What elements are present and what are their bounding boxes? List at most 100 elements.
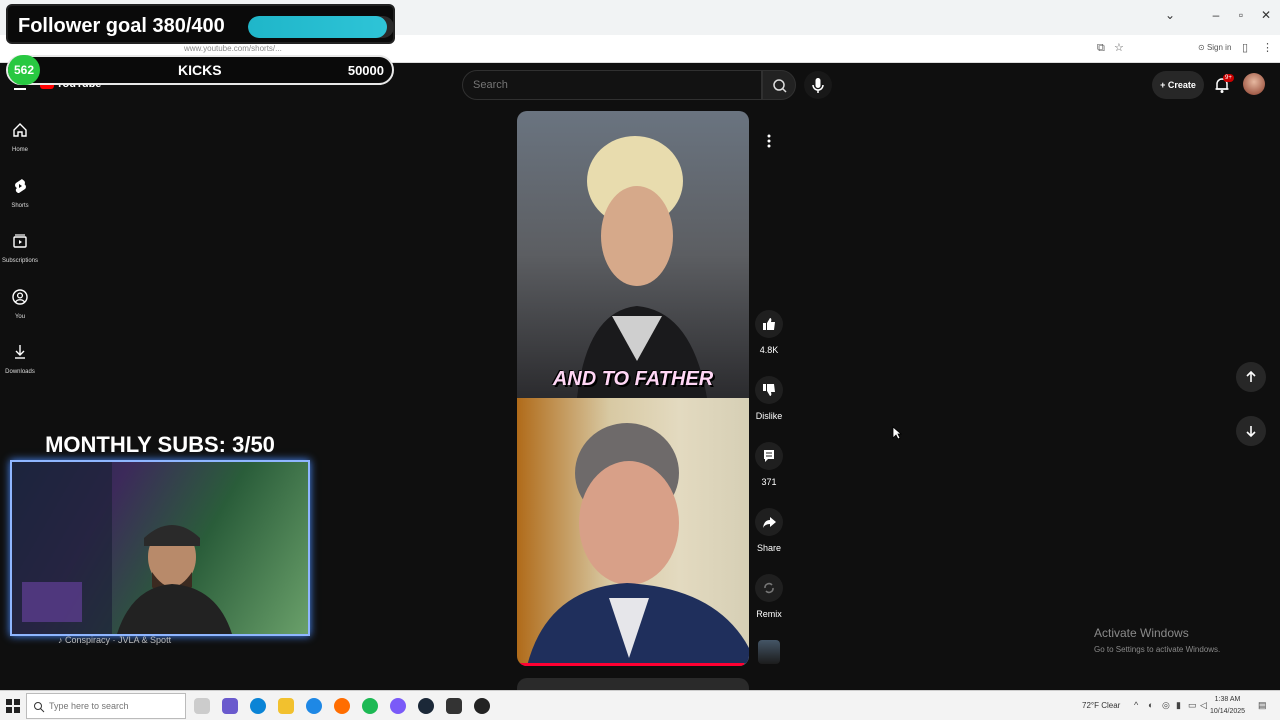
- voice-search-button[interactable]: [804, 71, 832, 99]
- remix-button[interactable]: Remix: [750, 574, 788, 619]
- arrow-up-icon: [1246, 370, 1256, 382]
- signin-button[interactable]: ⊙ Sign in: [1198, 43, 1231, 52]
- more-vertical-icon: [767, 134, 771, 148]
- search-icon: [773, 79, 787, 93]
- taskbar-search[interactable]: [26, 693, 186, 719]
- follower-goal-bar: [248, 16, 394, 38]
- activate-windows-subtitle: Go to Settings to activate Windows.: [1094, 645, 1221, 654]
- tab-list-icon[interactable]: ⌄: [1160, 8, 1180, 22]
- signin-label: Sign in: [1206, 43, 1232, 52]
- install-app-icon[interactable]: ⧉: [1097, 42, 1105, 55]
- tray-volume-icon[interactable]: ◁: [1200, 700, 1207, 711]
- minimize-button[interactable]: –: [1206, 8, 1226, 22]
- firefox-icon[interactable]: [334, 698, 350, 714]
- activate-windows-title: Activate Windows: [1094, 626, 1189, 640]
- sidebar-item-you[interactable]: You: [0, 288, 40, 320]
- sidebar-item-label: Shorts: [11, 203, 29, 209]
- sidebar-item-shorts[interactable]: Shorts: [0, 177, 40, 209]
- sidebar-item-subscriptions[interactable]: Subscriptions: [0, 232, 40, 264]
- now-playing: ♪ Conspiracy · JVLA & Spott: [58, 635, 172, 645]
- url-text[interactable]: www.youtube.com/shorts/...: [184, 44, 282, 53]
- extensions-icon[interactable]: ▯: [1242, 41, 1248, 54]
- comment-count: 371: [761, 477, 777, 487]
- taskbar-search-input[interactable]: [27, 694, 185, 718]
- comments-button[interactable]: 371: [750, 442, 788, 487]
- video-frame-top: [517, 111, 749, 398]
- next-short-button[interactable]: [1236, 416, 1266, 446]
- close-button[interactable]: ✕: [1256, 8, 1276, 22]
- video-progress-bar[interactable]: [517, 663, 749, 666]
- file-explorer-icon[interactable]: [278, 698, 294, 714]
- kicks-count-badge: 562: [8, 55, 40, 85]
- dislike-label: Dislike: [755, 411, 783, 421]
- notifications-badge: 9+: [1223, 74, 1234, 82]
- chrome-icon[interactable]: [306, 698, 322, 714]
- now-playing-text: Conspiracy · JVLA & Spott: [65, 635, 172, 645]
- menu-icon[interactable]: ⋮: [1262, 41, 1273, 54]
- remix-icon: [764, 582, 774, 594]
- kicks-goal: 50000: [347, 63, 384, 78]
- you-icon: [12, 289, 28, 305]
- follower-goal-fill: [248, 16, 387, 38]
- sidebar-item-downloads[interactable]: Downloads: [0, 343, 40, 375]
- dislike-button[interactable]: Dislike: [750, 376, 788, 421]
- video-frame-bottom: [517, 398, 749, 666]
- search-field[interactable]: [462, 70, 762, 100]
- share-icon: [763, 517, 776, 528]
- share-label: Share: [756, 543, 782, 553]
- streamer-silhouette: [12, 462, 232, 634]
- video-progress-fill: [517, 663, 745, 666]
- taskbar-weather[interactable]: 72°F Clear: [1082, 701, 1120, 710]
- windows-start-icon[interactable]: [6, 699, 20, 713]
- subscriptions-icon: [13, 234, 27, 248]
- search-button[interactable]: [762, 70, 796, 100]
- taskbar-clock[interactable]: 1:38 AM 10/14/2025: [1210, 694, 1245, 718]
- sidebar-item-label: You: [14, 314, 26, 320]
- woman-silhouette: [577, 136, 707, 398]
- windows-taskbar: 72°F Clear ^ ◐ ◎ ▮ ▭ ◁ 1:38 AM 10/14/202…: [0, 690, 1280, 720]
- tray-chevron-icon[interactable]: ^: [1134, 700, 1138, 710]
- obs-icon[interactable]: [474, 698, 490, 714]
- account-avatar[interactable]: [1243, 73, 1265, 95]
- next-short-preview[interactable]: [517, 678, 749, 690]
- sidebar-item-home[interactable]: Home: [0, 121, 40, 153]
- thumbs-down-icon: [763, 384, 775, 396]
- search-input[interactable]: [463, 71, 761, 99]
- man-silhouette: [527, 423, 749, 666]
- clock-time: 1:38 AM: [1214, 696, 1241, 703]
- restore-button[interactable]: ▫: [1231, 8, 1251, 22]
- tray-app-icon[interactable]: ◎: [1162, 700, 1170, 711]
- tray-network-icon[interactable]: ◐: [1148, 700, 1153, 710]
- share-button[interactable]: Share: [750, 508, 788, 553]
- microphone-icon: [812, 78, 824, 93]
- app-icon[interactable]: [446, 698, 462, 714]
- copilot-icon[interactable]: [222, 698, 238, 714]
- tray-display-icon[interactable]: ▭: [1188, 700, 1197, 711]
- sidebar-item-label: Downloads: [5, 369, 35, 375]
- like-count: 4.8K: [759, 345, 779, 355]
- create-button[interactable]: + Create: [1152, 71, 1204, 99]
- more-options-button[interactable]: [756, 128, 782, 154]
- downloads-icon: [15, 345, 25, 359]
- sound-thumbnail[interactable]: [758, 640, 780, 664]
- remix-label: Remix: [756, 609, 782, 619]
- like-button[interactable]: 4.8K: [750, 310, 788, 355]
- tray-battery-icon[interactable]: ▮: [1176, 700, 1181, 711]
- spotify-icon[interactable]: [362, 698, 378, 714]
- kicks-widget: 562 KICKS 50000: [6, 55, 394, 85]
- thumbs-up-icon: [763, 318, 775, 330]
- monthly-subs-label: MONTHLY SUBS: 3/50: [45, 432, 275, 457]
- create-label: Create: [1167, 80, 1196, 90]
- steam-icon[interactable]: [418, 698, 434, 714]
- comment-icon: [764, 450, 774, 462]
- previous-short-button[interactable]: [1236, 362, 1266, 392]
- kicks-label: KICKS: [178, 62, 222, 78]
- notification-center-icon[interactable]: ▤: [1258, 700, 1267, 711]
- task-view-icon[interactable]: [194, 698, 210, 714]
- edge-icon[interactable]: [250, 698, 266, 714]
- discord-icon[interactable]: [390, 698, 406, 714]
- shorts-icon: [15, 179, 26, 194]
- taskbar-search-icon: [34, 702, 45, 713]
- short-video-player[interactable]: AND TO FATHER: [517, 111, 749, 666]
- bookmark-star-icon[interactable]: ☆: [1114, 41, 1124, 54]
